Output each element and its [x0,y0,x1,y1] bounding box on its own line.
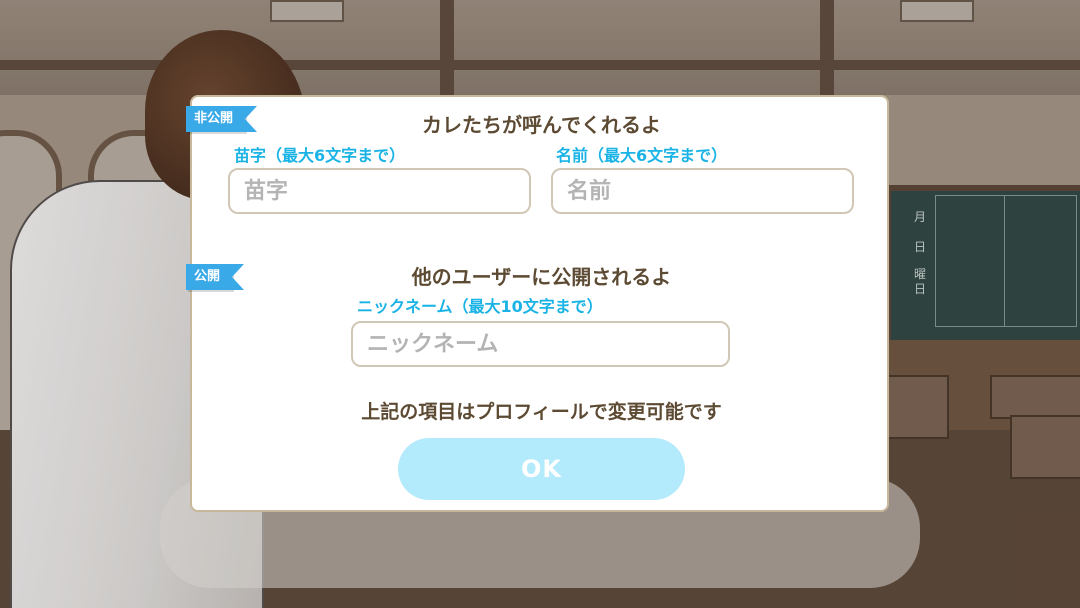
given-name-input[interactable] [551,168,854,214]
given-name-label: 名前（最大6文字まで） [556,146,728,165]
nickname-input[interactable] [351,321,730,367]
name-entry-dialog: 非公開 カレたちが呼んでくれるよ 苗字（最大6文字まで） 名前（最大6文字まで）… [186,95,889,512]
nickname-label: ニックネーム（最大10文字まで） [357,297,603,316]
surname-label: 苗字（最大6文字まで） [234,146,406,165]
profile-change-note: 上記の項目はプロフィールで変更可能です [361,401,722,423]
private-section-heading: カレたちが呼んでくれるよ [422,113,661,137]
ok-button[interactable]: OK [398,438,685,500]
public-section-heading: 他のユーザーに公開されるよ [411,265,672,289]
surname-input[interactable] [228,168,531,214]
